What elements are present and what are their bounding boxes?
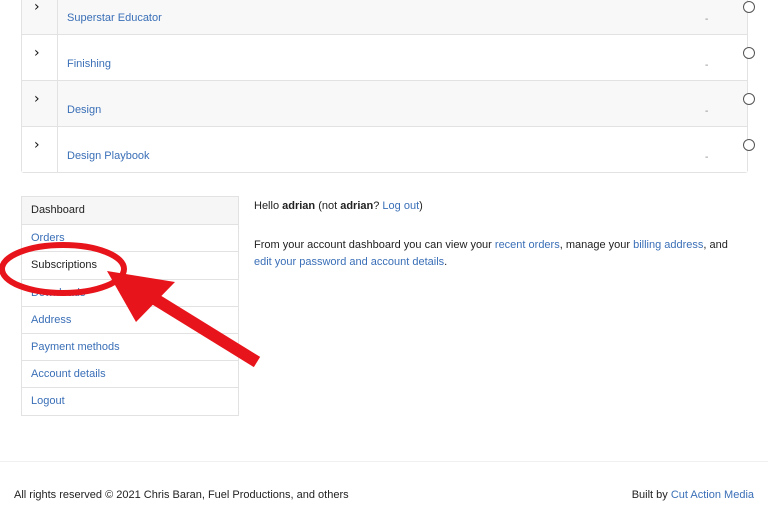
course-status: - (705, 152, 709, 163)
expand-toggle[interactable]: › (22, 127, 58, 172)
footer-divider (0, 461, 768, 462)
billing-address-link[interactable]: billing address (633, 239, 703, 251)
dashboard-description: From your account dashboard you can view… (254, 239, 728, 268)
dashboard-content: Hello adrian (not adrian? Log out) From … (254, 198, 744, 293)
completion-radio[interactable] (743, 1, 755, 13)
expand-toggle[interactable]: › (22, 35, 58, 80)
nav-item-logout[interactable]: Logout (22, 387, 238, 414)
course-row: › Design Playbook - (22, 126, 755, 172)
course-row: › Design - (22, 80, 755, 126)
expand-toggle[interactable]: › (22, 0, 58, 34)
completion-radio[interactable] (743, 139, 755, 151)
chevron-right-icon: › (34, 137, 40, 153)
footer-copyright: All rights reserved © 2021 Chris Baran, … (14, 489, 349, 501)
course-row: › Superstar Educator - (22, 0, 755, 34)
nav-item-subscriptions[interactable]: Subscriptions (22, 251, 238, 278)
course-title-link[interactable]: Superstar Educator (67, 12, 162, 24)
footer-credit: Built by Cut Action Media (631, 489, 754, 501)
course-row: › Finishing - (22, 34, 755, 80)
recent-orders-link[interactable]: recent orders (495, 239, 560, 251)
nav-item-payment-methods[interactable]: Payment methods (22, 332, 238, 360)
course-status: - (705, 14, 709, 25)
completion-radio[interactable] (743, 93, 755, 105)
completion-radio[interactable] (743, 47, 755, 59)
expand-toggle[interactable]: › (22, 81, 58, 126)
username: adrian (282, 200, 316, 212)
logout-link[interactable]: Log out (382, 200, 419, 212)
course-table: › Superstar Educator - › Finishing - › D… (21, 0, 755, 173)
edit-account-link[interactable]: edit your password and account details (254, 256, 444, 268)
course-title-link[interactable]: Design (67, 104, 101, 116)
nav-item-dashboard[interactable]: Dashboard (22, 197, 238, 225)
course-title-link[interactable]: Design Playbook (67, 150, 150, 162)
username-alt: adrian (340, 200, 374, 212)
nav-item-downloads[interactable]: Downloads (22, 278, 238, 306)
chevron-right-icon: › (34, 91, 40, 107)
nav-item-account-details[interactable]: Account details (22, 360, 238, 387)
account-navigation: Dashboard Orders Subscriptions Downloads… (21, 196, 239, 416)
course-status: - (705, 106, 709, 117)
chevron-right-icon: › (34, 45, 40, 61)
course-title-link[interactable]: Finishing (67, 58, 111, 70)
built-by-link[interactable]: Cut Action Media (671, 489, 754, 501)
nav-item-address[interactable]: Address (22, 305, 238, 333)
greeting-text: Hello adrian (not adrian? Log out) (254, 200, 423, 212)
nav-item-orders[interactable]: Orders (22, 224, 238, 251)
chevron-right-icon: › (34, 0, 40, 15)
course-status: - (705, 60, 709, 71)
